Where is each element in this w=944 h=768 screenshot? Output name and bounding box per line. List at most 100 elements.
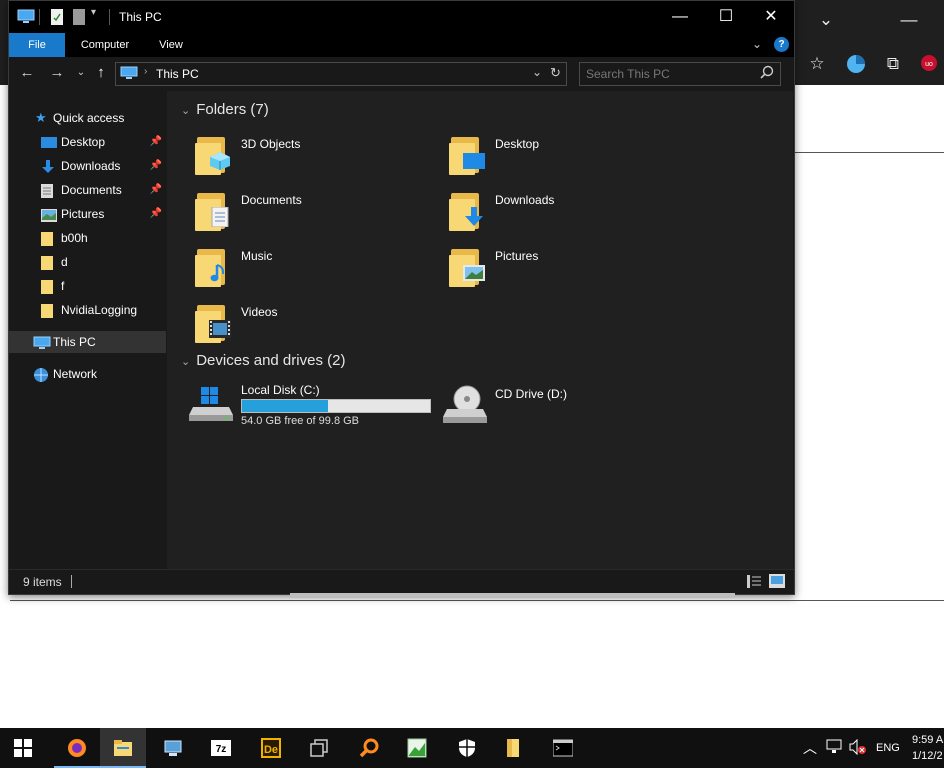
title-bar[interactable]: ▾ This PC — ☐ ✕ (9, 1, 794, 33)
sidebar-item-f[interactable]: f (9, 275, 166, 297)
tab-file[interactable]: File (9, 33, 65, 57)
maximize-button[interactable]: ☐ (703, 1, 749, 33)
page-divider (795, 152, 944, 153)
taskbar-image-editor[interactable] (394, 728, 440, 768)
folder-documents-icon (195, 189, 231, 231)
devices-section-header[interactable]: ⌄ Devices and drives (2) (181, 352, 345, 369)
refresh-icon[interactable]: ↻ (550, 65, 561, 81)
folder-videos-icon (195, 301, 231, 343)
chevron-down-icon[interactable]: ⌄ (815, 10, 837, 32)
extension-circle-icon[interactable] (845, 54, 867, 76)
pin-icon: 📌 (149, 136, 162, 147)
folder-label: Downloads (495, 193, 555, 207)
taskbar-security[interactable] (444, 728, 490, 768)
language-indicator[interactable]: ENG (876, 728, 900, 768)
help-icon[interactable]: ? (774, 37, 789, 52)
address-row: ← → ⌄ ↑ › This PC ⌄ ↻ Search This PC (9, 57, 794, 91)
ublock-icon[interactable]: uo (918, 54, 940, 76)
up-arrow-icon[interactable]: ↑ (91, 63, 111, 83)
search-input[interactable]: Search This PC (586, 67, 670, 81)
folder-downloads[interactable]: Downloads (449, 189, 689, 239)
customize-qat-icon[interactable]: ▾ (91, 7, 96, 18)
svg-text:De: De (264, 744, 278, 756)
tab-computer[interactable]: Computer (71, 33, 139, 57)
expand-ribbon-icon[interactable]: ⌄ (752, 37, 762, 51)
search-box[interactable]: Search This PC (579, 62, 781, 86)
sidebar-item-desktop[interactable]: Desktop 📌 (9, 131, 166, 153)
network-tray-icon[interactable] (826, 739, 844, 757)
properties-icon[interactable] (51, 9, 63, 28)
address-dropdown-icon[interactable]: ⌄ (532, 65, 542, 79)
pin-icon: 📌 (149, 184, 162, 195)
folder-label: Pictures (495, 249, 539, 263)
recent-locations-icon[interactable]: ⌄ (71, 63, 91, 83)
folder-label: Videos (241, 305, 278, 319)
volume-muted-icon[interactable] (849, 738, 867, 757)
window-shadow (290, 593, 735, 598)
folder-3d-objects[interactable]: 3D Objects (195, 133, 435, 183)
minimize-icon[interactable]: — (898, 10, 920, 32)
taskbar-folder[interactable] (490, 728, 536, 768)
taskbar-file-explorer[interactable] (100, 728, 146, 768)
document-icon (41, 183, 55, 198)
details-view-icon[interactable] (747, 575, 761, 591)
puzzle-icon[interactable]: ⧉ (882, 54, 904, 76)
folder-music[interactable]: Music (195, 245, 435, 295)
folder-documents[interactable]: Documents (195, 189, 435, 239)
cd-drive-icon (443, 385, 487, 426)
sidebar-item-documents[interactable]: Documents 📌 (9, 179, 166, 201)
drive-usage-fill (242, 400, 329, 412)
folder-pictures[interactable]: Pictures (449, 245, 689, 295)
address-bar[interactable]: › This PC ⌄ ↻ (115, 62, 567, 86)
folder-label: 3D Objects (241, 137, 301, 151)
clock-time: 9:59 A (912, 734, 944, 746)
taskbar-firefox[interactable] (54, 728, 100, 768)
sidebar-item-nvidialogging[interactable]: NvidiaLogging (9, 299, 166, 321)
taskbar-task-view[interactable] (296, 728, 342, 768)
close-button[interactable]: ✕ (748, 1, 794, 33)
taskbar-network-app[interactable] (150, 728, 196, 768)
sidebar-item-b00h[interactable]: b00h (9, 227, 166, 249)
taskbar-7zip[interactable]: 7z (198, 728, 244, 768)
desktop-icon (41, 135, 57, 149)
tab-view[interactable]: View (149, 33, 193, 57)
breadcrumb-separator-icon: › (144, 66, 148, 77)
taskbar-designer-app[interactable]: De (248, 728, 294, 768)
show-hidden-icons-icon[interactable]: ︿ (803, 728, 817, 768)
large-icons-view-icon[interactable] (769, 574, 785, 591)
breadcrumb-this-pc[interactable]: This PC (156, 67, 199, 81)
folders-section-header[interactable]: ⌄ Folders (7) (181, 101, 269, 118)
taskbar-terminal[interactable] (540, 728, 586, 768)
windows-logo-icon (14, 739, 32, 757)
sidebar-item-downloads[interactable]: Downloads 📌 (9, 155, 166, 177)
taskbar-search-app[interactable] (346, 728, 392, 768)
folder-icon (41, 255, 55, 270)
sidebar-item-this-pc[interactable]: This PC (9, 331, 166, 353)
pin-icon: 📌 (149, 160, 162, 171)
windows-stack-icon (310, 739, 328, 757)
sidebar-item-d[interactable]: d (9, 251, 166, 273)
back-arrow-icon[interactable]: ← (17, 63, 37, 83)
folder-videos[interactable]: Videos (195, 301, 435, 351)
network-monitor-icon (164, 740, 182, 756)
forward-arrow-icon[interactable]: → (47, 63, 67, 83)
search-icon[interactable] (760, 65, 774, 82)
drive-local-disk-c[interactable]: Local Disk (C:) 54.0 GB free of 99.8 GB (189, 381, 439, 431)
sidebar-item-pictures[interactable]: Pictures 📌 (9, 203, 166, 225)
folder-pictures-icon (449, 245, 485, 287)
item-count: 9 items (23, 575, 62, 589)
drive-cd-d[interactable]: CD Drive (D:) (443, 381, 643, 431)
network-icon (33, 367, 48, 382)
new-folder-icon[interactable] (73, 9, 85, 28)
folder-label: Desktop (495, 137, 540, 151)
minimize-button[interactable]: — (657, 1, 703, 33)
sidebar-item-label: b00h (61, 231, 88, 245)
7zip-icon: 7z (211, 740, 231, 756)
start-button[interactable] (0, 728, 46, 768)
sidebar-item-quick-access[interactable]: ★ Quick access (9, 107, 166, 129)
sidebar-item-network[interactable]: Network (9, 363, 166, 385)
folder-desktop[interactable]: Desktop (449, 133, 689, 183)
folder-label: Documents (241, 193, 302, 207)
star-icon[interactable]: ☆ (806, 54, 828, 76)
clock[interactable]: 9:59 A 1/12/2 (912, 730, 944, 766)
